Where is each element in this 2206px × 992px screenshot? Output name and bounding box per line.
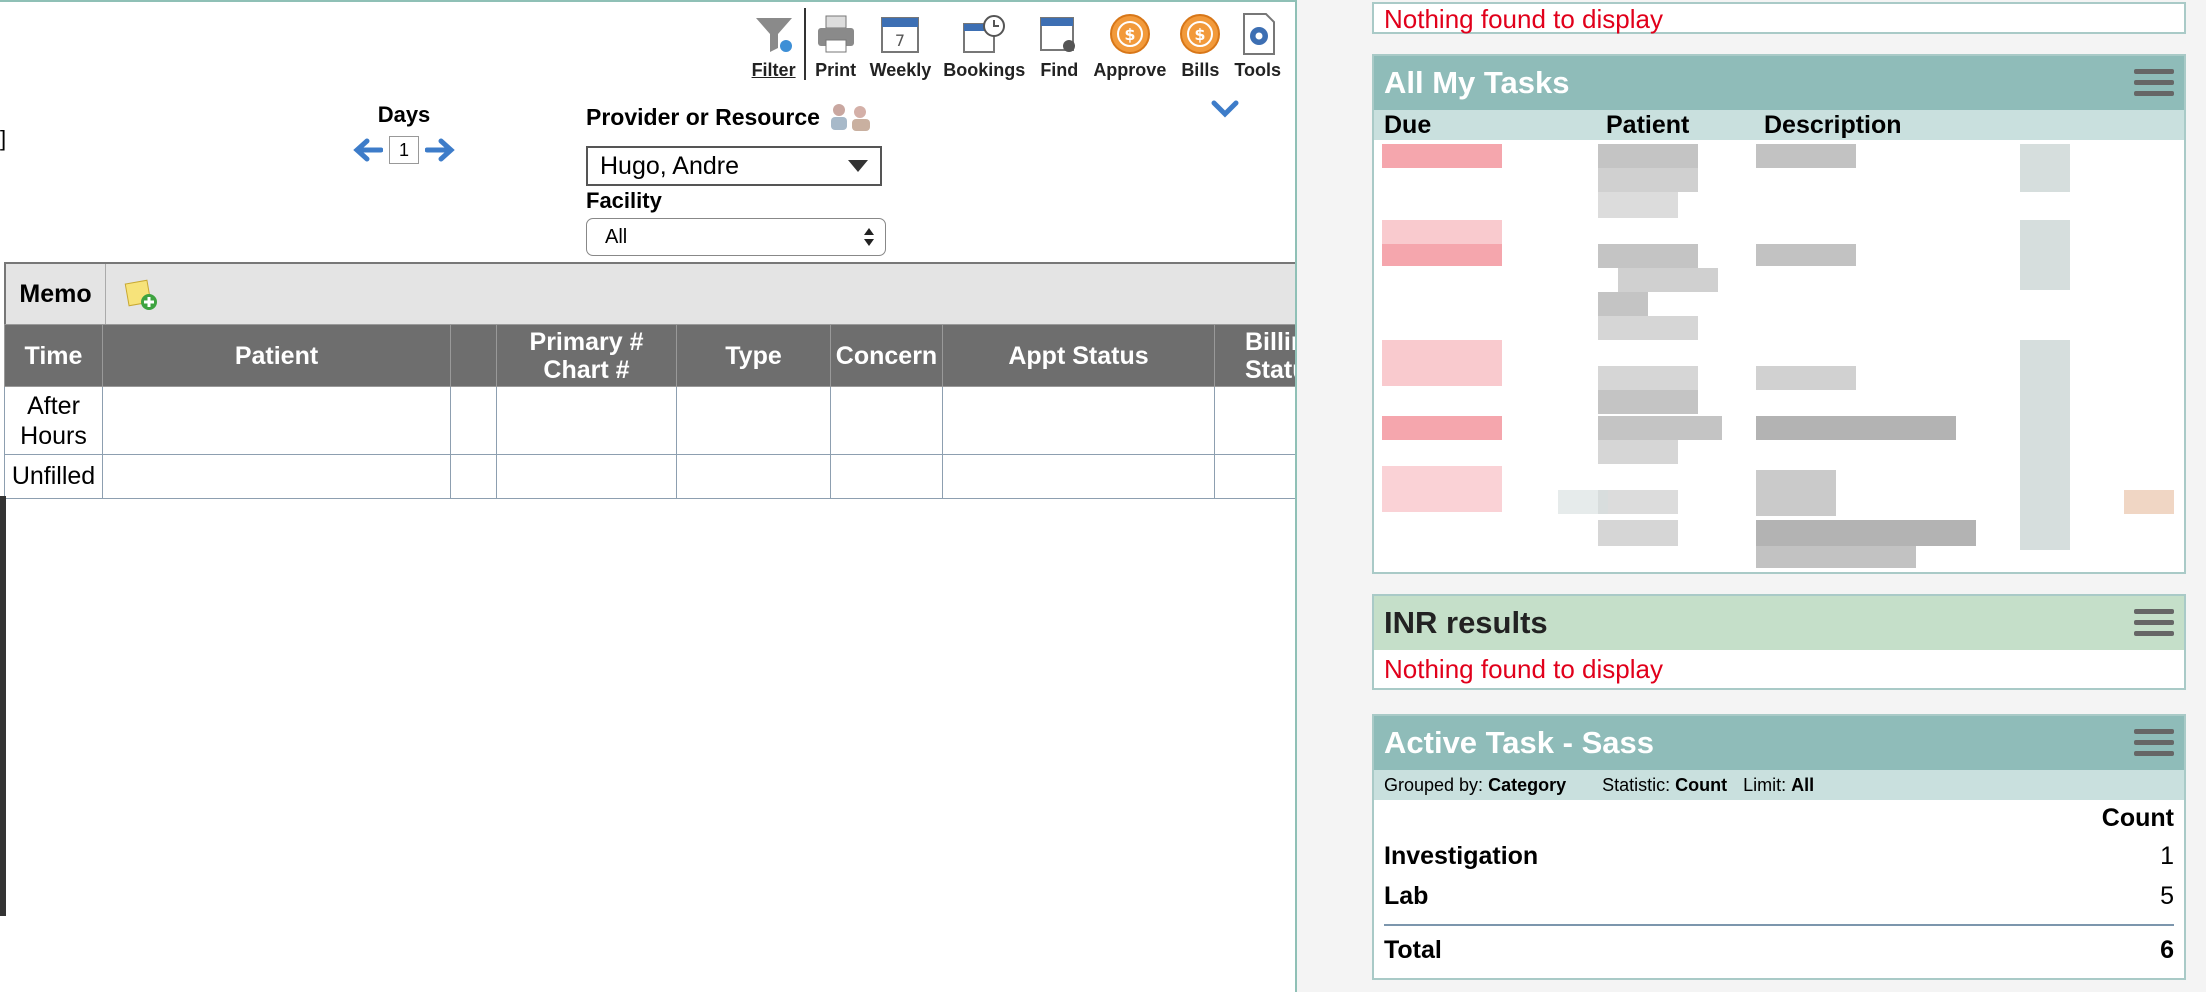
statistic-value: Count: [1675, 774, 1728, 795]
widget-all-my-tasks: All My Tasks Due Patient Description: [1372, 54, 2186, 574]
provider-filter: Provider or Resource Hugo, Andre Facilit…: [586, 102, 886, 256]
empty-message: Nothing found to display: [1384, 654, 1663, 684]
toolbar: Filter Print 7 Weekly Bookings Find $ Ap…: [746, 8, 1287, 80]
category-name: Investigation: [1384, 841, 1539, 870]
col-type[interactable]: Type: [676, 324, 831, 387]
col-appt-status[interactable]: Appt Status: [942, 324, 1215, 387]
col-primary-chart-label: Primary # Chart #: [529, 327, 644, 384]
provider-selected-value: Hugo, Andre: [600, 151, 739, 180]
total-value: 6: [2160, 935, 2174, 964]
left-edge-mark: ]: [0, 126, 7, 151]
empty-message: Nothing found to display: [1384, 4, 1663, 34]
calendar-search-icon: [1040, 17, 1076, 52]
list-item[interactable]: Lab 5: [1384, 876, 2174, 916]
facility-label: Facility: [586, 188, 662, 213]
calendar-clock-icon: [963, 15, 1006, 53]
people-icon[interactable]: [828, 102, 874, 132]
bills-button[interactable]: $ Bills: [1172, 8, 1228, 80]
time-slot-label: Unfilled: [11, 462, 96, 490]
print-button[interactable]: Print: [808, 8, 864, 80]
dropdown-arrow-icon: [848, 160, 868, 172]
count-header: Count: [2101, 803, 2174, 832]
total-row: Total 6: [1384, 924, 2174, 974]
table-header-row: Time Patient Primary # Chart # Type Conc…: [4, 324, 1295, 387]
table-row[interactable]: After Hours: [4, 386, 1295, 455]
grouped-value: Category: [1488, 774, 1567, 795]
tasks-list-redacted: [1374, 140, 2184, 572]
hamburger-menu-icon[interactable]: [2134, 723, 2174, 763]
updown-arrows-icon: [864, 228, 874, 246]
chevron-down-icon[interactable]: [1210, 98, 1240, 120]
category-count: 5: [2160, 881, 2174, 910]
widget-inr-results: INR results Nothing found to display: [1372, 594, 2186, 690]
limit-value: All: [1791, 774, 1815, 795]
filter-icon: [755, 18, 792, 52]
approve-coin-icon: $: [1109, 14, 1150, 54]
memo-label: Memo: [6, 264, 106, 324]
schedule-pane: Filter Print 7 Weekly Bookings Find $ Ap…: [0, 0, 1297, 992]
category-count: 1: [2160, 841, 2174, 870]
col-primary-chart[interactable]: Primary # Chart #: [496, 324, 677, 387]
filter-button[interactable]: Filter: [746, 8, 802, 80]
appointments-table: Time Patient Primary # Chart # Type Conc…: [4, 324, 1295, 499]
arrow-right-icon[interactable]: [425, 137, 455, 163]
total-label: Total: [1384, 935, 1442, 964]
find-button[interactable]: Find: [1031, 8, 1087, 80]
grouped-label: Grouped by:: [1384, 774, 1484, 795]
approve-button[interactable]: $ Approve: [1087, 8, 1172, 80]
widget-active-task: Active Task - Sass Grouped by: Category …: [1372, 714, 2186, 980]
add-memo-icon[interactable]: [124, 277, 158, 311]
widget-title: Active Task - Sass: [1384, 725, 1654, 760]
printer-icon: [817, 15, 854, 53]
memo-row: Memo: [4, 262, 1295, 324]
redacted-task-rows: [1382, 144, 2174, 568]
grouping-info: Grouped by: Category Statistic: Count Li…: [1374, 770, 2184, 800]
limit-label: Limit:: [1743, 774, 1787, 795]
tools-button[interactable]: Tools: [1228, 8, 1287, 80]
col-concern[interactable]: Concern: [830, 324, 943, 387]
svg-text:$: $: [1195, 25, 1206, 44]
arrow-left-icon[interactable]: [353, 137, 383, 163]
hamburger-menu-icon[interactable]: [2134, 603, 2174, 643]
category-name: Lab: [1384, 881, 1429, 910]
time-slot-label: After Hours: [20, 391, 87, 450]
bills-coin-icon: $: [1180, 14, 1221, 54]
days-input[interactable]: [389, 136, 419, 164]
col-due[interactable]: Due: [1374, 111, 1606, 140]
col-patient[interactable]: Patient: [1606, 111, 1764, 140]
app-page: Filter Print 7 Weekly Bookings Find $ Ap…: [0, 0, 2206, 992]
stats-table: Count Investigation 1 Lab 5 Total 6: [1374, 800, 2184, 974]
tools-gear-icon: [1242, 13, 1275, 55]
facility-selected-value: All: [605, 225, 628, 248]
stats-header: Count: [1384, 800, 2174, 836]
widget-title: INR results: [1384, 605, 1548, 640]
col-description[interactable]: Description: [1764, 111, 1902, 140]
facility-select[interactable]: All: [586, 218, 886, 256]
col-patient[interactable]: Patient: [102, 324, 451, 387]
bookings-button[interactable]: Bookings: [937, 8, 1031, 80]
provider-label: Provider or Resource: [586, 103, 820, 130]
svg-text:7: 7: [895, 31, 905, 50]
weekly-button[interactable]: 7 Weekly: [864, 8, 938, 80]
col-billing-status-label: Billing Status: [1245, 327, 1295, 384]
col-billing-status[interactable]: Billing Status: [1214, 324, 1295, 387]
scroll-edge: [0, 496, 6, 916]
provider-select[interactable]: Hugo, Andre: [586, 146, 882, 186]
widget-top: Nothing found to display: [1372, 2, 2186, 34]
list-item[interactable]: Investigation 1: [1384, 836, 2174, 876]
col-time[interactable]: Time: [4, 324, 103, 387]
svg-text:$: $: [1124, 25, 1135, 44]
table-row[interactable]: Unfilled: [4, 454, 1295, 499]
statistic-label: Statistic:: [1602, 774, 1671, 795]
days-label: Days: [377, 102, 431, 127]
col-blank: [450, 324, 497, 387]
days-control: Days: [348, 102, 460, 164]
schedule-grid: Memo Time Patient Primary # Chart # Type…: [4, 262, 1295, 499]
toolbar-divider: [803, 8, 806, 80]
calendar-week-icon: 7: [881, 17, 920, 53]
widget-title: All My Tasks: [1384, 65, 1570, 100]
tasks-header-row: Due Patient Description: [1374, 110, 2184, 140]
hamburger-menu-icon[interactable]: [2134, 63, 2174, 103]
